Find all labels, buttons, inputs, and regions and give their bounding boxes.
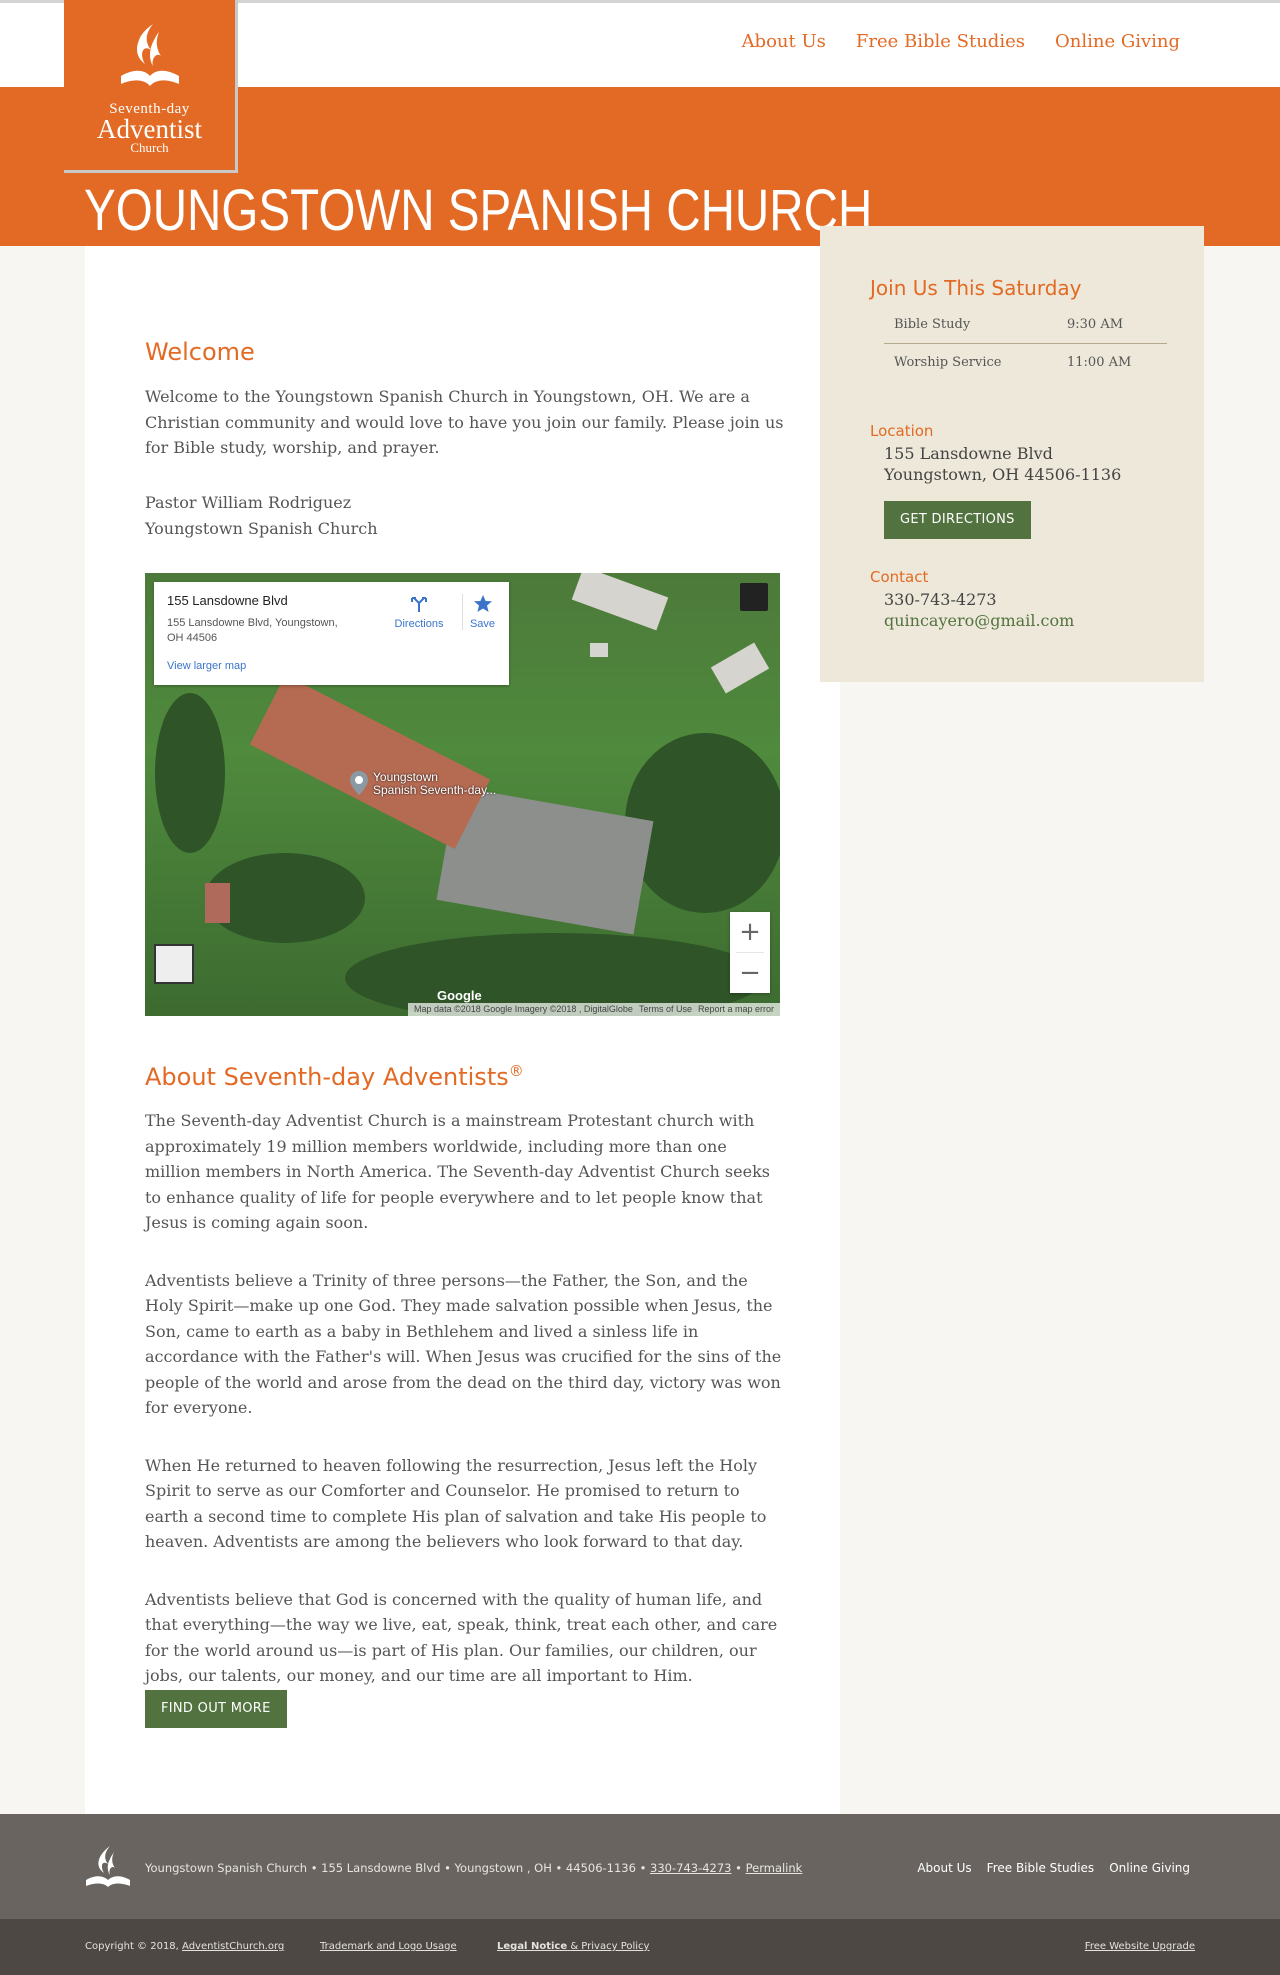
footer-nav: About Us Free Bible Studies Online Givin… — [917, 1861, 1190, 1875]
map-pin-label-line: Spanish Seventh-day... — [373, 783, 497, 797]
sidebar-heading: Join Us This Saturday — [870, 276, 1082, 300]
zoom-out-button[interactable]: − — [730, 953, 770, 993]
contact-heading: Contact — [870, 568, 929, 586]
schedule-name: Bible Study — [894, 317, 971, 332]
address-line-2: Youngstown, OH 44506-1136 — [884, 465, 1122, 484]
address-line-1: 155 Lansdowne Blvd — [884, 444, 1053, 463]
map-directions-button[interactable]: Directions — [384, 594, 454, 630]
about-heading-text: About Seventh-day Adventists — [145, 1063, 509, 1091]
zoom-in-button[interactable]: + — [730, 912, 770, 952]
building — [205, 883, 230, 923]
google-logo: Google — [437, 988, 482, 1003]
logo-line-2: Adventist — [97, 114, 202, 144]
schedule-row: Worship Service 11:00 AM — [884, 344, 1167, 382]
schedule-time: 9:30 AM — [1067, 317, 1124, 332]
sidebar-info: Join Us This Saturday Bible Study 9:30 A… — [820, 226, 1204, 682]
embedded-map[interactable]: 155 Lansdowne Blvd 155 Lansdowne Blvd, Y… — [145, 573, 780, 1016]
about-paragraph: The Seventh-day Adventist Church is a ma… — [145, 1111, 770, 1232]
star-icon — [473, 595, 492, 612]
about-paragraph: Adventists believe that God is concerned… — [145, 1589, 778, 1686]
copyright: Copyright © 2018, AdventistChurch.org — [85, 1941, 284, 1952]
site-footer: Youngstown Spanish Church • 155 Lansdown… — [0, 1814, 1280, 1919]
find-out-more-button[interactable]: Find Out More — [145, 1690, 287, 1728]
nav-online-giving[interactable]: Online Giving — [1055, 31, 1180, 52]
footer-nav-online-giving[interactable]: Online Giving — [1109, 1861, 1190, 1875]
footer-info: Youngstown Spanish Church • 155 Lansdown… — [145, 1861, 802, 1875]
about-body: The Seventh-day Adventist Church is a ma… — [145, 1108, 785, 1721]
schedule-table: Bible Study 9:30 AM Worship Service 11:0… — [884, 306, 1167, 382]
map-save-button[interactable]: Save — [462, 594, 502, 630]
about-heading: About Seventh-day Adventists® — [145, 1062, 524, 1091]
church-name: Youngstown Spanish Church — [145, 518, 378, 538]
free-website-upgrade-link[interactable]: Free Website Upgrade — [1085, 1941, 1195, 1952]
pastor-name: Pastor William Rodriguez — [145, 493, 352, 512]
flame-bible-icon — [120, 24, 179, 86]
legal-notice-text: Legal Notice — [497, 1941, 568, 1952]
location-heading: Location — [870, 422, 934, 440]
logo-line-3: Church — [130, 140, 169, 155]
schedule-row: Bible Study 9:30 AM — [884, 306, 1167, 344]
map-info-card: 155 Lansdowne Blvd 155 Lansdowne Blvd, Y… — [154, 582, 509, 685]
permalink-link[interactable]: Permalink — [746, 1861, 803, 1875]
main-content: Welcome Welcome to the Youngstown Spanis… — [85, 246, 840, 1814]
footer-nav-about-us[interactable]: About Us — [917, 1861, 971, 1875]
legal-notice-link[interactable]: Legal Notice & Privacy Policy — [497, 1941, 649, 1952]
map-data-credit: Map data ©2018 Google Imagery ©2018 , Di… — [414, 1004, 633, 1014]
schedule-name: Worship Service — [894, 355, 1002, 370]
map-pin-icon[interactable] — [350, 771, 368, 795]
about-paragraph: Adventists believe a Trinity of three pe… — [145, 1270, 782, 1418]
save-label: Save — [469, 618, 496, 630]
footer-phone-link[interactable]: 330-743-4273 — [650, 1861, 731, 1875]
privacy-policy-text: & Privacy Policy — [570, 1941, 650, 1952]
welcome-text: Welcome to the Youngstown Spanish Church… — [145, 387, 784, 457]
registered-mark: ® — [508, 1062, 524, 1080]
main-nav: About Us Free Bible Studies Online Givin… — [742, 31, 1180, 52]
tree-cluster — [155, 693, 225, 853]
terms-of-use-link[interactable]: Terms of Use — [639, 1004, 692, 1016]
building — [590, 643, 608, 657]
pastor-signature: Pastor William Rodriguez Youngstown Span… — [145, 490, 785, 541]
sda-logo[interactable]: Seventh-day Adventist Church — [64, 0, 238, 173]
fullscreen-button[interactable] — [740, 583, 768, 611]
schedule-time: 11:00 AM — [1067, 355, 1132, 370]
welcome-heading: Welcome — [145, 338, 255, 366]
footer-address: Youngstown Spanish Church • 155 Lansdown… — [145, 1861, 647, 1875]
map-attribution: Map data ©2018 Google Imagery ©2018 , Di… — [408, 1003, 780, 1016]
zoom-control: + − — [730, 912, 770, 993]
map-card-title: 155 Lansdowne Blvd — [167, 593, 288, 608]
street-view-pegman[interactable] — [154, 944, 194, 984]
copyright-text: Copyright © 2018, — [85, 1941, 179, 1952]
page-title: YOUNGSTOWN SPANISH CHURCH — [84, 178, 873, 243]
footer-nav-free-bible-studies[interactable]: Free Bible Studies — [987, 1861, 1095, 1875]
contact-email[interactable]: quincayero@gmail.com — [884, 610, 1074, 631]
directions-icon — [411, 597, 427, 612]
report-map-error-link[interactable]: Report a map error — [698, 1004, 774, 1016]
map-card-address: 155 Lansdowne Blvd, Youngstown, OH 44506 — [167, 617, 338, 644]
nav-free-bible-studies[interactable]: Free Bible Studies — [856, 31, 1025, 52]
about-paragraph: When He returned to heaven following the… — [145, 1455, 767, 1552]
view-larger-map-link[interactable]: View larger map — [167, 660, 246, 672]
adventistchurch-link[interactable]: AdventistChurch.org — [182, 1941, 284, 1952]
sub-footer: Copyright © 2018, AdventistChurch.org Tr… — [0, 1919, 1280, 1975]
map-pin-label: Youngstown Spanish Seventh-day... — [373, 771, 496, 797]
trademark-link[interactable]: Trademark and Logo Usage — [320, 1941, 457, 1952]
nav-about-us[interactable]: About Us — [742, 31, 826, 52]
contact-phone[interactable]: 330-743-4273 — [884, 589, 997, 610]
footer-separator: • — [735, 1861, 742, 1875]
get-directions-button[interactable]: Get Directions — [884, 501, 1031, 539]
footer-logo-icon[interactable] — [84, 1844, 132, 1888]
directions-label: Directions — [394, 618, 444, 630]
